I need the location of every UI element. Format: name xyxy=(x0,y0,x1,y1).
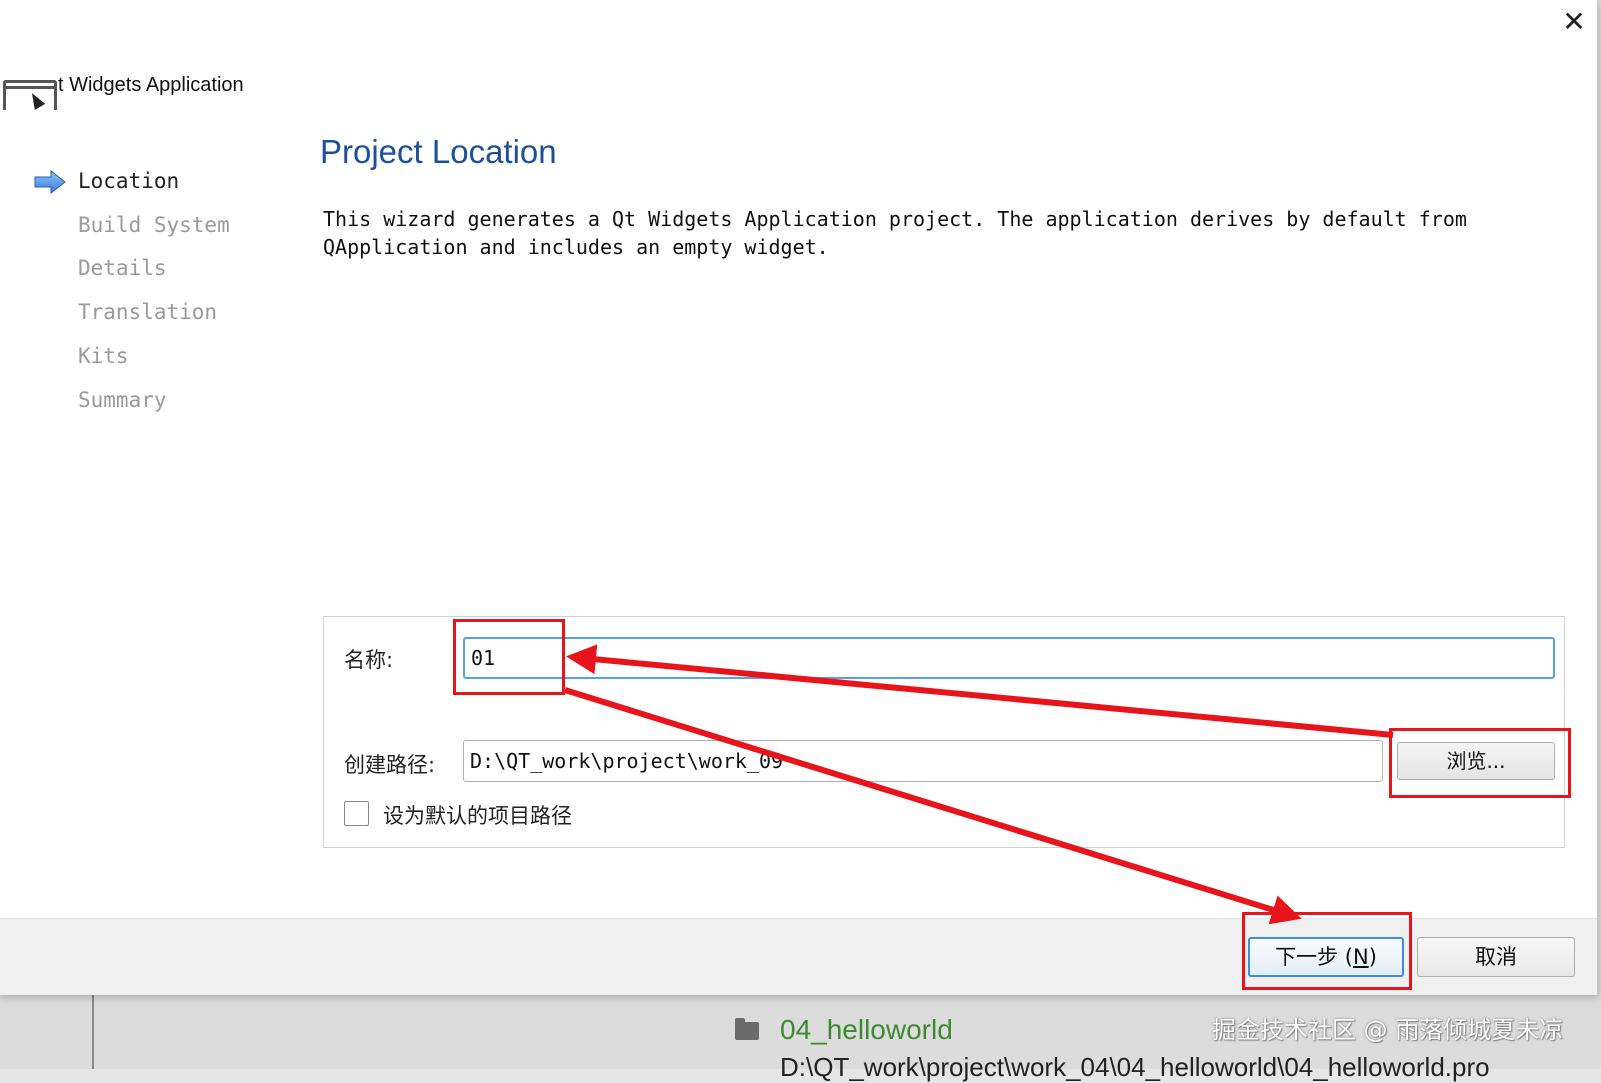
current-step-arrow-icon xyxy=(34,170,66,194)
create-path-input[interactable]: D:\QT_work\project\work_09 xyxy=(463,740,1383,782)
sidebar-step-kits: Kits xyxy=(78,344,129,368)
page-heading: Project Location xyxy=(320,133,557,170)
background-folder-name[interactable]: 04_helloworld xyxy=(780,1014,953,1046)
background-divider xyxy=(92,990,94,1069)
path-label: 创建路径: xyxy=(344,753,436,777)
annotation-box-browse xyxy=(1389,728,1571,798)
cancel-button[interactable]: 取消 xyxy=(1417,937,1575,977)
sidebar-step-translation: Translation xyxy=(78,300,218,324)
default-path-checkbox[interactable] xyxy=(344,801,369,826)
background-project-path: D:\QT_work\project\work_04\04_helloworld… xyxy=(780,1052,1490,1082)
close-button[interactable]: ✕ xyxy=(1556,4,1592,40)
dialog-title: t Widgets Application xyxy=(58,74,244,96)
new-project-wizard-dialog: ✕ t Widgets Application Location Build S… xyxy=(0,0,1598,995)
annotation-box-name xyxy=(453,619,565,695)
sidebar-step-details: Details xyxy=(78,256,167,280)
sidebar-step-build-system: Build System xyxy=(78,213,230,237)
annotation-box-next xyxy=(1242,912,1412,990)
watermark: 掘金技术社区 @ 雨落倾城夏未凉 xyxy=(1212,1016,1564,1044)
sidebar-step-location: Location xyxy=(78,169,180,193)
close-icon: ✕ xyxy=(1562,5,1586,38)
qt-widgets-application-icon xyxy=(3,80,57,110)
default-path-checkbox-label[interactable]: 设为默认的项目路径 xyxy=(383,800,572,830)
wizard-description: This wizard generates a Qt Widgets Appli… xyxy=(323,207,1467,259)
folder-icon xyxy=(735,1018,759,1040)
project-name-input[interactable]: 01 xyxy=(463,637,1555,679)
sidebar-step-summary: Summary xyxy=(78,388,167,412)
name-label: 名称: xyxy=(344,648,394,672)
